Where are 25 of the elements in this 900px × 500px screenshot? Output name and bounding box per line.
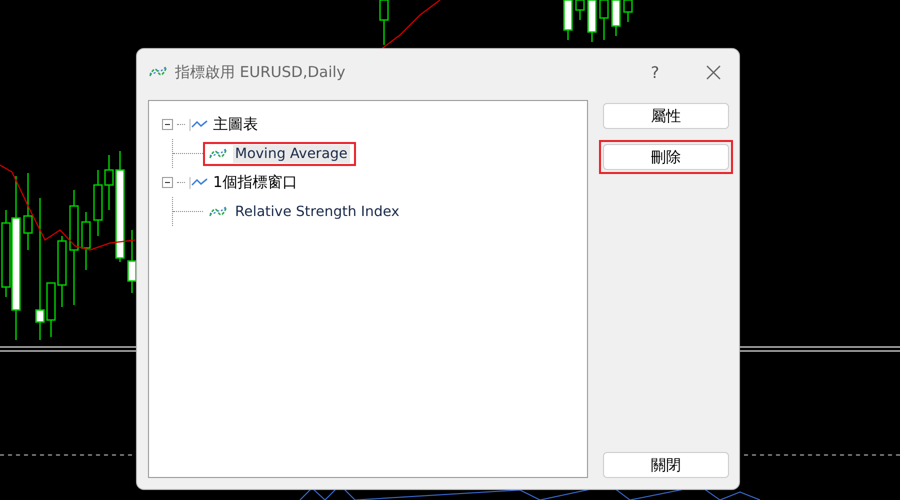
dialog-button[interactable]: 關閉: [603, 452, 729, 478]
candle: [57, 236, 67, 307]
candle: [563, 0, 573, 40]
line-chart-icon: [189, 176, 209, 190]
indicator-icon: [209, 206, 227, 218]
collapse-icon[interactable]: [162, 177, 173, 188]
dialog-button[interactable]: 屬性: [603, 103, 729, 129]
dialog-button[interactable]: 刪除: [603, 144, 729, 170]
indicator-label[interactable]: Relative Strength Index: [233, 202, 402, 220]
indicator-icon: [209, 148, 227, 160]
candle: [587, 0, 597, 42]
tree-node-label[interactable]: 1個指標窗口: [213, 173, 298, 192]
indicator-icon: [149, 66, 167, 78]
candle: [127, 230, 137, 293]
collapse-icon[interactable]: [162, 119, 173, 130]
candle: [81, 212, 91, 270]
moving-average-line: [380, 0, 440, 50]
candle: [93, 170, 103, 236]
candle: [611, 0, 621, 36]
window-title: 指標啟用 EURUSD,Daily: [175, 62, 346, 82]
close-icon[interactable]: [706, 64, 721, 80]
tree-node-label[interactable]: 主圖表: [213, 115, 258, 134]
help-button[interactable]: ?: [640, 62, 670, 82]
line-chart-icon: [189, 118, 209, 132]
indicator-label[interactable]: Moving Average: [233, 144, 350, 162]
